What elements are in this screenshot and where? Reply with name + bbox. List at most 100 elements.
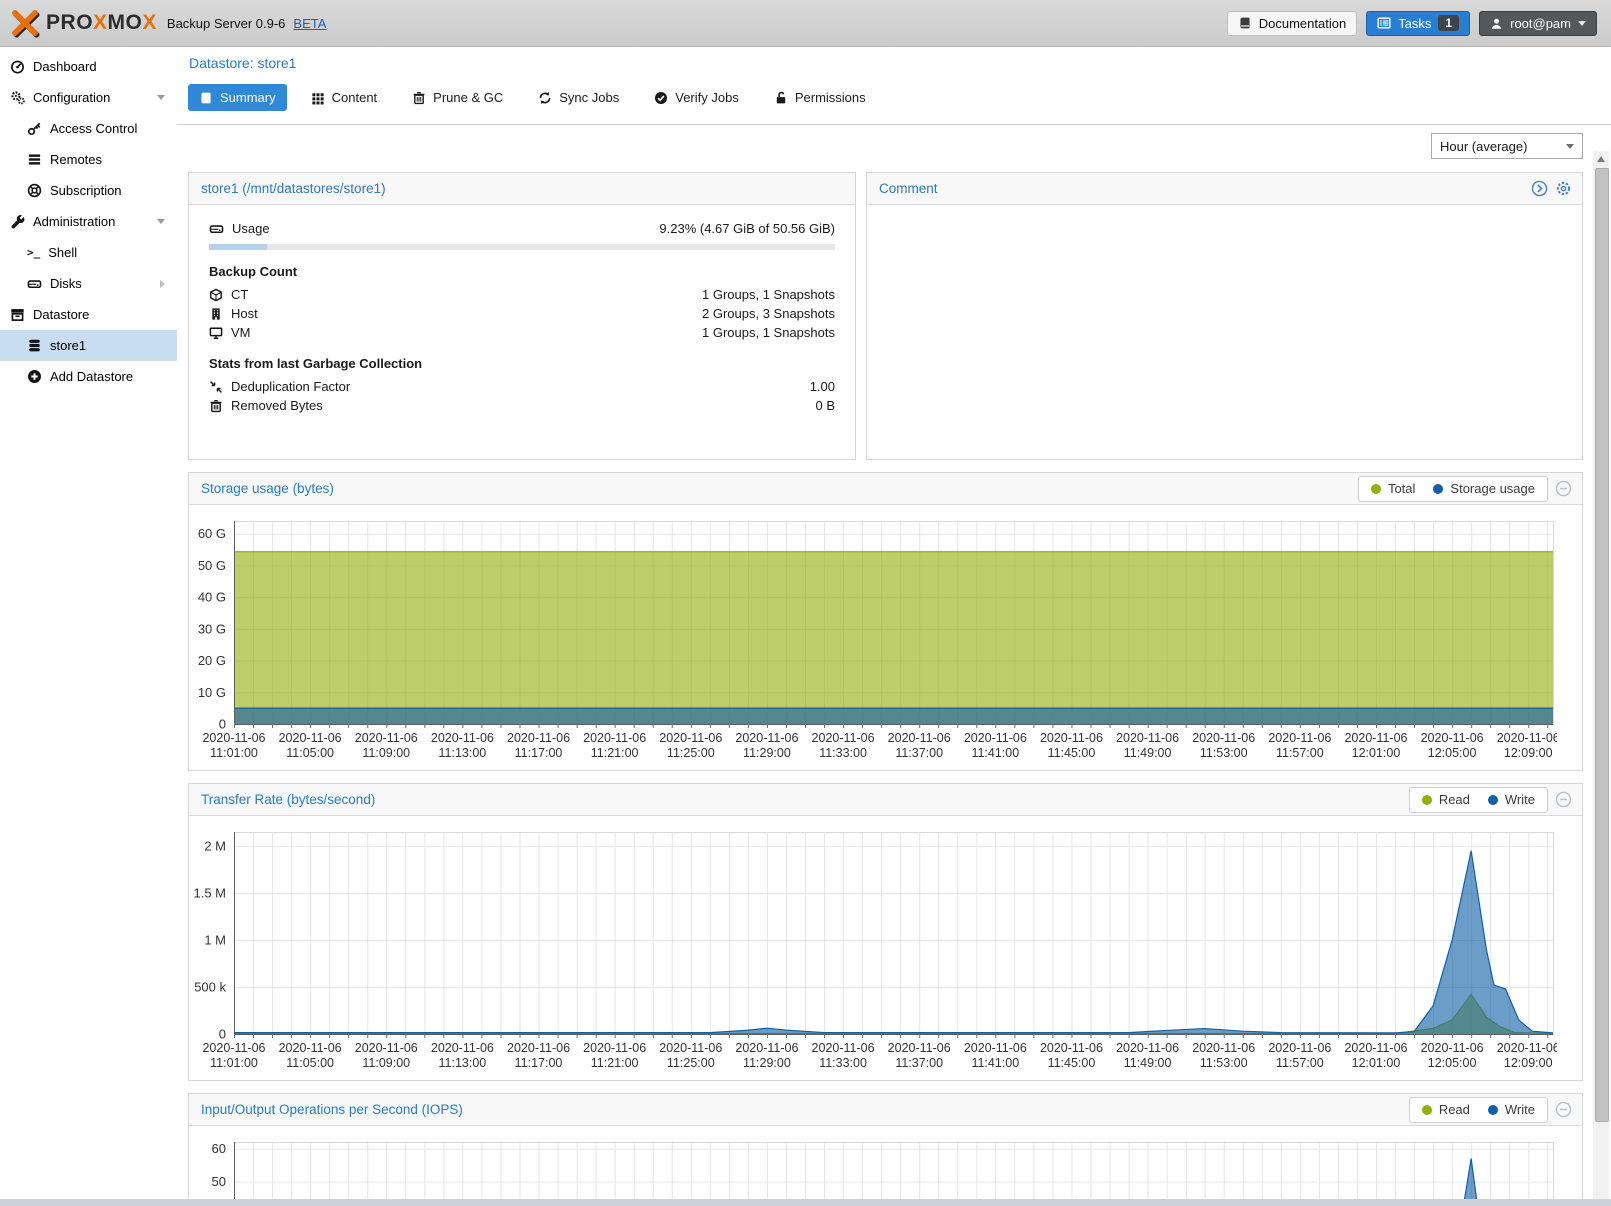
product-subtitle: Backup Server 0.9-6	[167, 16, 286, 31]
compress-icon	[209, 380, 223, 394]
tab-content[interactable]: Content	[300, 84, 389, 111]
gears-icon	[10, 90, 25, 105]
sidebar-item-store1[interactable]: store1	[0, 330, 177, 361]
book-icon	[199, 91, 213, 105]
sidebar-item-shell[interactable]: >_Shell	[0, 237, 177, 268]
sidebar-item-disks[interactable]: Disks	[0, 268, 177, 299]
sidebar-item-datastore[interactable]: Datastore	[0, 299, 177, 330]
documentation-button[interactable]: Documentation	[1227, 11, 1357, 36]
legend-item-write[interactable]: Write	[1488, 1102, 1535, 1117]
svg-text:2020-11-0612:01:00: 2020-11-0612:01:00	[1344, 1041, 1407, 1070]
hdd-icon	[209, 221, 224, 236]
svg-text:2020-11-0611:41:00: 2020-11-0611:41:00	[964, 1041, 1027, 1070]
sidebar-item-access-control[interactable]: Access Control	[0, 113, 177, 144]
stat-label: Deduplication Factor	[231, 379, 350, 394]
collapse-caret-icon[interactable]	[157, 219, 165, 224]
user-menu-button[interactable]: root@pam	[1479, 11, 1597, 36]
sidebar-item-subscription[interactable]: Subscription	[0, 175, 177, 206]
sidebar-item-administration[interactable]: Administration	[0, 206, 177, 237]
tab-permissions[interactable]: Permissions	[763, 84, 877, 111]
collapse-caret-icon[interactable]	[157, 95, 165, 100]
legend-label: Total	[1388, 481, 1415, 496]
svg-text:2020-11-0611:21:00: 2020-11-0611:21:00	[583, 731, 646, 760]
expand-caret-icon[interactable]	[160, 280, 165, 288]
legend-item-read[interactable]: Read	[1422, 792, 1470, 807]
tab-label: Content	[332, 90, 378, 105]
svg-text:2020-11-0611:37:00: 2020-11-0611:37:00	[888, 731, 951, 760]
time-range-value: Hour (average)	[1440, 139, 1527, 154]
stat-label: CT	[231, 287, 248, 302]
circle-chevron-right-icon[interactable]	[1531, 180, 1548, 197]
legend-item-storage-usage[interactable]: Storage usage	[1433, 481, 1535, 496]
svg-text:2020-11-0612:09:00: 2020-11-0612:09:00	[1497, 1041, 1560, 1070]
usage-label: Usage	[232, 221, 270, 236]
summary-toolbar: Hour (average)	[177, 124, 1611, 167]
storage-usage-legend: Total Storage usage	[1358, 476, 1548, 502]
comment-panel: Comment	[866, 172, 1583, 460]
time-range-select[interactable]: Hour (average)	[1431, 133, 1583, 159]
sidebar-item-label: Subscription	[50, 183, 122, 198]
sidebar-item-label: Shell	[48, 245, 77, 260]
archive-icon	[10, 307, 25, 322]
svg-text:20 G: 20 G	[198, 653, 226, 668]
iops-panel: Input/Output Operations per Second (IOPS…	[188, 1093, 1583, 1206]
task-list-icon	[1377, 16, 1391, 30]
svg-text:2020-11-0611:21:00: 2020-11-0611:21:00	[583, 1041, 646, 1070]
svg-text:2020-11-0611:25:00: 2020-11-0611:25:00	[659, 1041, 722, 1070]
svg-text:60: 60	[212, 1141, 226, 1156]
tab-prune-gc[interactable]: Prune & GC	[401, 84, 514, 111]
stat-value: 2 Groups, 3 Snapshots	[702, 306, 835, 321]
tab-label: Prune & GC	[433, 90, 503, 105]
scrollbar-thumb[interactable]	[1595, 168, 1609, 1122]
vertical-scrollbar[interactable]	[1593, 151, 1609, 1206]
tab-label: Sync Jobs	[559, 90, 619, 105]
svg-text:2020-11-0611:29:00: 2020-11-0611:29:00	[735, 1041, 798, 1070]
legend-item-write[interactable]: Write	[1488, 792, 1535, 807]
legend-label: Read	[1439, 1102, 1470, 1117]
svg-text:2020-11-0611:17:00: 2020-11-0611:17:00	[507, 1041, 570, 1070]
tasks-button[interactable]: Tasks 1	[1366, 11, 1470, 36]
tab-verify-jobs[interactable]: Verify Jobs	[643, 84, 750, 111]
scroll-up-button[interactable]	[1593, 151, 1609, 166]
collapse-chart-icon[interactable]	[1555, 480, 1572, 497]
main-area: Datastore: store1 SummaryContentPrune & …	[177, 47, 1611, 1206]
tab-summary[interactable]: Summary	[188, 84, 287, 111]
collapse-chart-icon[interactable]	[1555, 791, 1572, 808]
gear-icon[interactable]	[1555, 180, 1572, 197]
plus-circle-icon	[27, 369, 42, 384]
beta-link[interactable]: BETA	[293, 16, 326, 31]
trash-icon	[209, 399, 223, 413]
usage-value: 9.23% (4.67 GiB of 50.56 GiB)	[659, 221, 835, 236]
svg-text:2020-11-0611:13:00: 2020-11-0611:13:00	[431, 731, 494, 760]
life-ring-icon	[27, 183, 42, 198]
legend-dot-icon	[1433, 484, 1443, 494]
svg-text:2020-11-0611:45:00: 2020-11-0611:45:00	[1040, 1041, 1103, 1070]
tab-sync-jobs[interactable]: Sync Jobs	[527, 84, 630, 111]
comment-body[interactable]	[867, 205, 1582, 460]
svg-text:2020-11-0611:29:00: 2020-11-0611:29:00	[735, 731, 798, 760]
sidebar-item-add-datastore[interactable]: Add Datastore	[0, 361, 177, 392]
svg-text:2020-11-0611:33:00: 2020-11-0611:33:00	[812, 1041, 875, 1070]
datastore-info-panel: store1 (/mnt/datastores/store1) Usage 9.…	[188, 172, 856, 460]
legend-dot-icon	[1371, 484, 1381, 494]
svg-text:2020-11-0611:05:00: 2020-11-0611:05:00	[279, 731, 342, 760]
svg-text:2020-11-0612:05:00: 2020-11-0612:05:00	[1421, 731, 1484, 760]
usage-row: Usage 9.23% (4.67 GiB of 50.56 GiB)	[209, 219, 835, 238]
transfer-rate-header: Transfer Rate (bytes/second)ReadWrite	[189, 784, 1582, 816]
svg-text:50: 50	[212, 1174, 226, 1189]
legend-item-total[interactable]: Total	[1371, 481, 1415, 496]
svg-text:2020-11-0612:01:00: 2020-11-0612:01:00	[1344, 731, 1407, 760]
svg-text:2020-11-0611:49:00: 2020-11-0611:49:00	[1116, 731, 1179, 760]
svg-text:2020-11-0611:01:00: 2020-11-0611:01:00	[202, 731, 265, 760]
legend-dot-icon	[1422, 795, 1432, 805]
sidebar-item-remotes[interactable]: Remotes	[0, 144, 177, 175]
svg-text:2020-11-0611:41:00: 2020-11-0611:41:00	[964, 731, 1027, 760]
svg-text:2020-11-0612:05:00: 2020-11-0612:05:00	[1421, 1041, 1484, 1070]
legend-label: Read	[1439, 792, 1470, 807]
sidebar-item-configuration[interactable]: Configuration	[0, 82, 177, 113]
chevron-down-icon	[1566, 144, 1574, 149]
legend-item-read[interactable]: Read	[1422, 1102, 1470, 1117]
collapse-chart-icon[interactable]	[1555, 1101, 1572, 1118]
check-circle-icon	[654, 91, 668, 105]
sidebar-item-dashboard[interactable]: Dashboard	[0, 51, 177, 82]
